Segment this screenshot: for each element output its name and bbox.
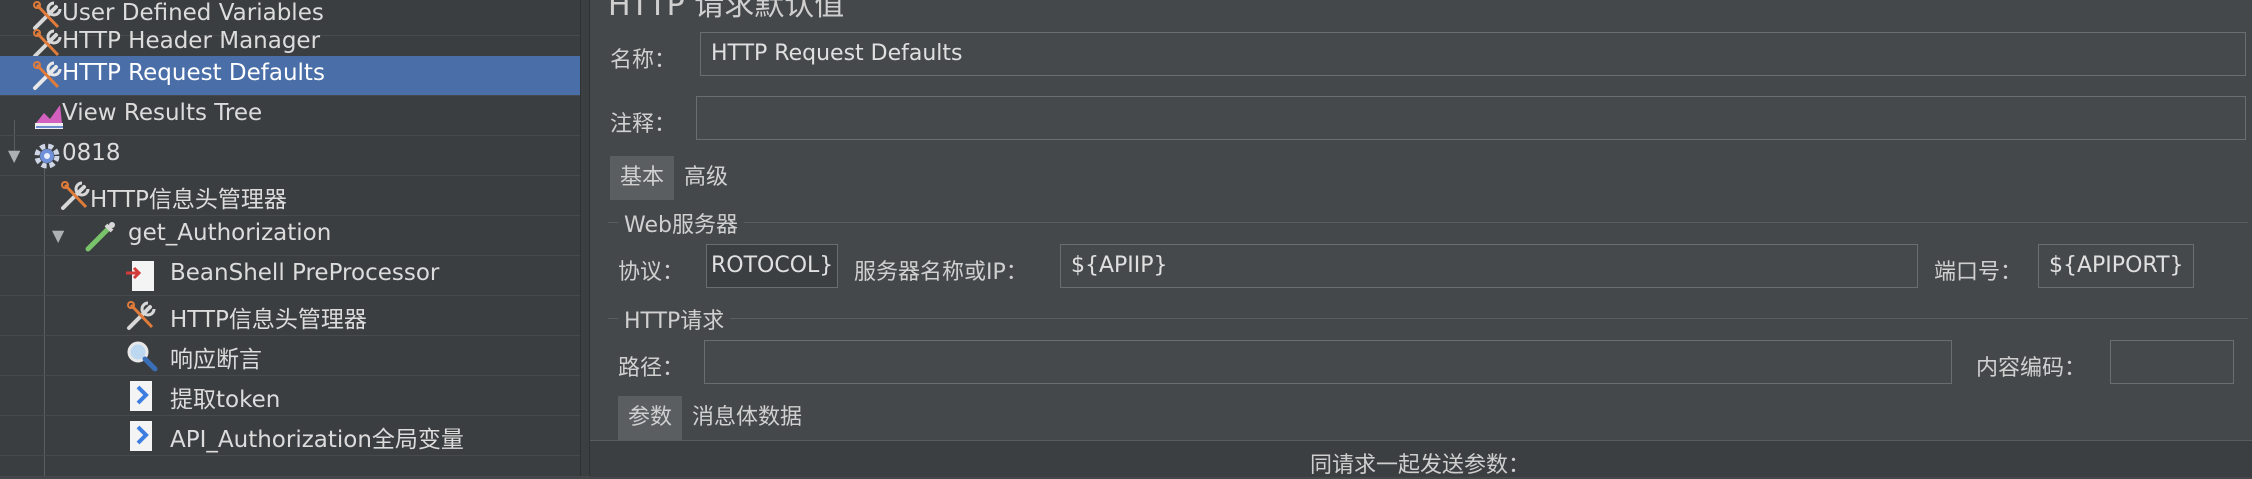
port-input[interactable]: ${APIPORT} [2038, 244, 2194, 288]
preprocessor-icon [126, 261, 154, 291]
tree-item-label: HTTP Request Defaults [62, 60, 325, 86]
tree-item-label: HTTP Header Manager [62, 28, 321, 54]
magnifier-icon [127, 341, 158, 372]
tree-item-http-header-manager-cn-2[interactable]: HTTP信息头管理器 [0, 296, 580, 336]
tree-item-http-header-manager-cn[interactable]: HTTP信息头管理器 [0, 176, 580, 216]
wrench-scissors-icon [33, 61, 62, 90]
http-request-section-border [608, 318, 2248, 319]
tree-item-view-results-tree[interactable]: View Results Tree [0, 96, 580, 136]
parameters-caption: 同请求一起发送参数： [1310, 453, 1531, 478]
tree-item-label: View Results Tree [62, 100, 263, 126]
encoding-input[interactable] [2110, 340, 2234, 384]
http-request-defaults-panel: HTTP 请求默认值 名称： HTTP Request Defaults 注释：… [590, 0, 2252, 478]
tree-item-label: HTTP信息头管理器 [90, 187, 287, 213]
tree-item-extract-token[interactable]: 提取token [0, 376, 580, 416]
encoding-label: 内容编码： [1976, 356, 2087, 381]
tree-item-0818[interactable]: ▼ 0818 [0, 136, 580, 176]
tree-item-http-request-defaults[interactable]: HTTP Request Defaults [0, 56, 580, 96]
web-server-section-border [608, 222, 2248, 223]
tree-item-label: HTTP信息头管理器 [170, 307, 367, 333]
name-input[interactable]: HTTP Request Defaults [700, 32, 2246, 76]
chevron-down-icon[interactable]: ▼ [52, 226, 64, 245]
comment-input[interactable] [696, 96, 2246, 140]
tree-item-beanshell-preprocessor[interactable]: BeanShell PreProcessor [0, 256, 580, 296]
protocol-label: 协议： [618, 260, 685, 285]
tab-parameters[interactable]: 参数 [618, 396, 683, 440]
extractor-icon [130, 381, 152, 411]
extractor-icon [130, 421, 152, 451]
tree-item-api-authorization-var[interactable]: API_Authorization全局变量 [0, 416, 580, 456]
tab-basic[interactable]: 基本 [610, 156, 675, 200]
server-label: 服务器名称或IP： [854, 260, 1028, 285]
path-label: 路径： [618, 356, 685, 381]
wrench-scissors-icon [127, 301, 156, 330]
server-input[interactable]: ${APIIP} [1060, 244, 1918, 288]
tab-body-data[interactable]: 消息体数据 [682, 396, 812, 440]
gear-icon [34, 143, 60, 169]
protocol-input[interactable]: ROTOCOL} [706, 244, 838, 288]
wrench-scissors-icon [61, 181, 90, 210]
port-label: 端口号： [1934, 260, 2023, 285]
panel-title: HTTP 请求默认值 [608, 0, 845, 23]
tree-item-label: get_Authorization [128, 220, 332, 246]
tree-item-label: 提取token [170, 387, 281, 413]
web-server-section-title: Web服务器 [618, 207, 744, 239]
tree-item-label: 响应断言 [170, 347, 262, 373]
http-request-section-title: HTTP请求 [618, 303, 731, 335]
tree-item-response-assertion[interactable]: 响应断言 [0, 336, 580, 376]
tab-advanced[interactable]: 高级 [674, 156, 738, 200]
pipette-icon [85, 222, 115, 252]
path-input[interactable] [704, 340, 1952, 384]
comment-label: 注释： [610, 112, 677, 137]
test-plan-tree[interactable]: User Defined Variables HTTP Header Manag… [0, 0, 580, 476]
tree-item-label: API_Authorization全局变量 [170, 427, 464, 453]
tree-item-label: User Defined Variables [62, 0, 324, 26]
pane-splitter[interactable] [580, 0, 590, 476]
chevron-down-icon[interactable]: ▼ [8, 146, 20, 165]
chart-icon [35, 105, 63, 129]
parameters-table-header: 同请求一起发送参数： [590, 440, 2252, 478]
tree-item-get-authorization[interactable]: ▼ get_Authorization [0, 216, 580, 256]
name-label: 名称： [610, 48, 677, 73]
tree-item-label: 0818 [62, 140, 121, 166]
tree-item-label: BeanShell PreProcessor [170, 260, 440, 286]
